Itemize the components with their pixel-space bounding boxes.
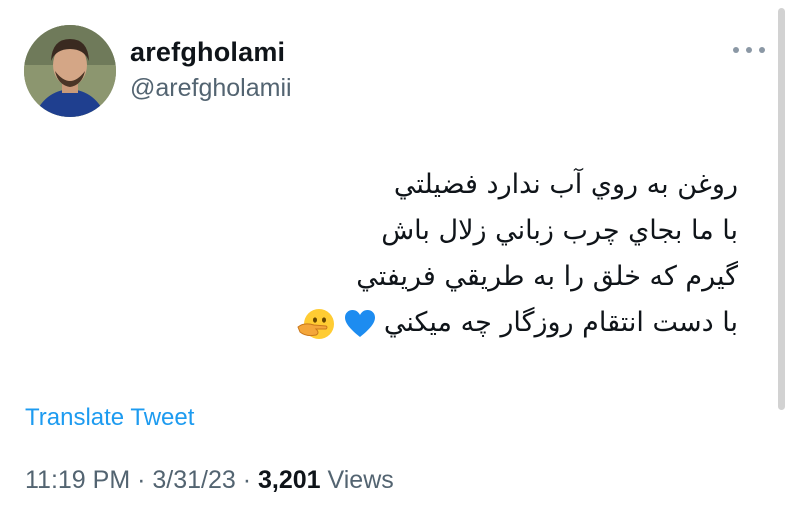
views-count[interactable]: 3,201 bbox=[258, 466, 321, 494]
tweet-date[interactable]: 3/31/23 bbox=[152, 466, 235, 494]
more-dots-icon[interactable] bbox=[733, 40, 765, 60]
tweet-line: روغن به روي آب ندارد فضيلتي bbox=[393, 169, 738, 200]
tweet-line: با دست انتقام روزگار چه ميكني bbox=[383, 307, 738, 338]
scrollbar[interactable] bbox=[778, 8, 785, 410]
tweet-meta: 11:19 PM · 3/31/23 · 3,201 Views bbox=[25, 466, 394, 495]
avatar[interactable] bbox=[24, 25, 116, 117]
tweet-line: با ما بجاي چرب زباني زلال باش bbox=[381, 215, 738, 246]
face-with-hand-over-mouth-icon bbox=[296, 307, 336, 341]
avatar-image bbox=[24, 25, 116, 117]
blue-heart-icon bbox=[344, 309, 376, 339]
views-label: Views bbox=[320, 466, 394, 494]
user-handle[interactable]: @arefgholamii bbox=[130, 74, 292, 103]
display-name[interactable]: arefgholami bbox=[130, 37, 285, 68]
dot bbox=[733, 47, 739, 53]
tweet: arefgholami @arefgholamii روغن به روي آب… bbox=[0, 0, 791, 513]
separator: · bbox=[235, 466, 259, 494]
tweet-text: روغن به روي آب ندارد فضيلتي با ما بجاي چ… bbox=[178, 162, 738, 346]
dot bbox=[759, 47, 765, 53]
separator: · bbox=[130, 466, 153, 494]
dot bbox=[746, 47, 752, 53]
tweet-line: گيرم كه خلق را به طريقي فريفتي bbox=[356, 261, 738, 292]
tweet-line-with-emoji: با دست انتقام روزگار چه ميكني bbox=[178, 300, 738, 346]
translate-tweet-link[interactable]: Translate Tweet bbox=[25, 404, 194, 432]
tweet-time[interactable]: 11:19 PM bbox=[25, 466, 130, 494]
